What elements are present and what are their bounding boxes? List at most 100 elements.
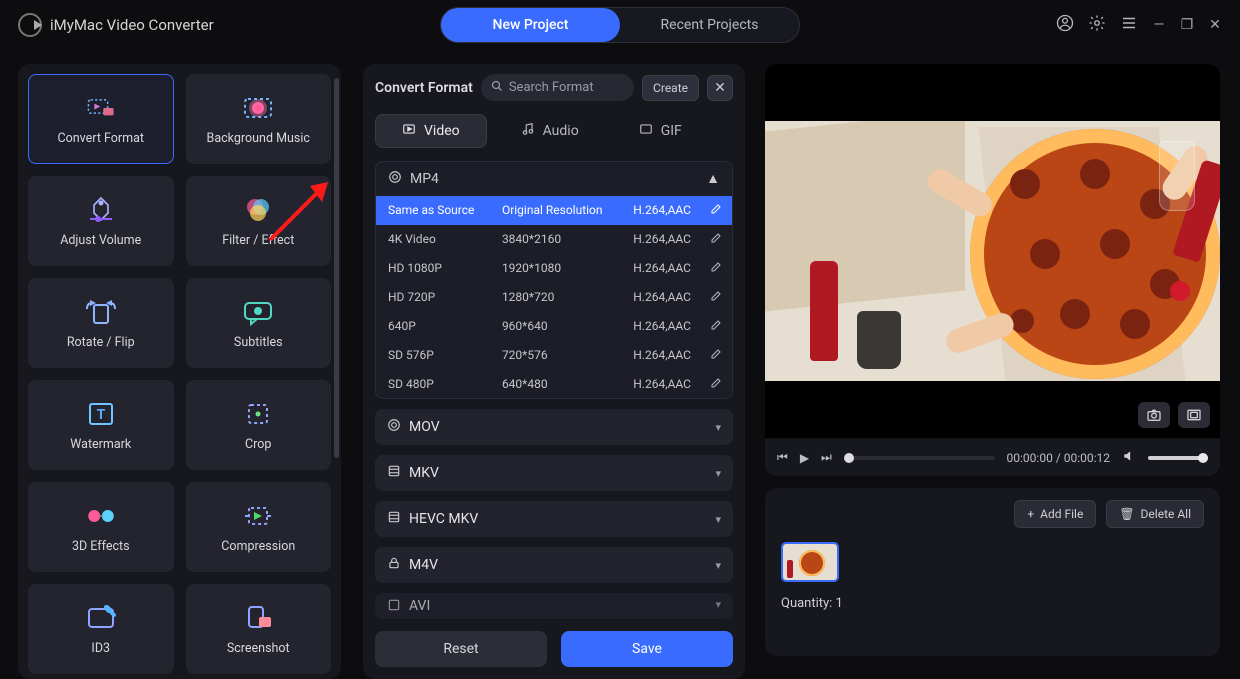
tools-scrollbar[interactable]	[334, 78, 339, 458]
preset-name: HD 1080P	[388, 261, 502, 275]
maximize-button[interactable]: ❐	[1180, 17, 1194, 33]
tool-convert-format[interactable]: Convert Format	[28, 74, 174, 164]
tool-3d-effects[interactable]: 3D Effects	[28, 482, 174, 572]
seek-slider[interactable]	[844, 456, 995, 460]
minimize-button[interactable]: —	[1152, 17, 1166, 33]
preset-row[interactable]: Same as SourceOriginal ResolutionH.264,A…	[376, 196, 732, 225]
tab-recent-projects[interactable]: Recent Projects	[620, 8, 799, 42]
trash-icon: 🗑	[1119, 507, 1134, 521]
next-button[interactable]: ⏭	[821, 450, 832, 465]
quantity-label: Quantity: 1	[781, 596, 1204, 611]
group-m4v[interactable]: M4V ▾	[375, 547, 733, 583]
preview-panel: ⏮ ▶ ⏭ 00:00:00 / 00:00:12 + Add File	[755, 50, 1240, 656]
group-mp4-header[interactable]: MP4 ▲	[376, 162, 732, 196]
reset-button[interactable]: Reset	[375, 631, 547, 667]
target-icon	[388, 170, 402, 188]
filter-icon	[241, 195, 275, 225]
preset-row[interactable]: SD 480P640*480H.264,AAC	[376, 370, 732, 399]
create-button[interactable]: Create	[642, 75, 699, 101]
delete-all-button[interactable]: 🗑 Delete All	[1106, 500, 1204, 528]
group-label: AVI	[409, 598, 430, 614]
preset-row[interactable]: 640P960*640H.264,AAC	[376, 312, 732, 341]
preset-resolution: 960*640	[502, 319, 633, 333]
preset-resolution: 640*480	[502, 377, 633, 391]
tool-id3[interactable]: ID3	[28, 584, 174, 674]
snapshot-button[interactable]	[1138, 402, 1170, 428]
chevron-down-icon: ▾	[715, 598, 721, 611]
close-window-button[interactable]: ✕	[1208, 17, 1222, 33]
tool-label: ID3	[91, 641, 110, 656]
tab-video-label: Video	[424, 123, 460, 139]
tool-label: Adjust Volume	[60, 233, 141, 248]
svg-text:T: T	[96, 407, 105, 423]
tab-gif[interactable]: GIF	[613, 114, 708, 148]
close-panel-button[interactable]: ✕	[707, 75, 733, 101]
tool-subtitles[interactable]: Subtitles	[186, 278, 332, 368]
tool-screenshot[interactable]: Screenshot	[186, 584, 332, 674]
add-file-button[interactable]: + Add File	[1014, 500, 1096, 528]
tab-video[interactable]: Video	[375, 114, 487, 148]
save-button[interactable]: Save	[561, 631, 733, 667]
edit-preset-icon[interactable]	[709, 290, 724, 305]
preset-row[interactable]: HD 1080P1920*1080H.264,AAC	[376, 254, 732, 283]
crop-icon	[241, 399, 275, 429]
volume-slider[interactable]	[1148, 456, 1208, 460]
preset-resolution: 1920*1080	[502, 261, 633, 275]
volume-icon[interactable]	[1122, 449, 1136, 466]
audio-icon	[521, 122, 535, 140]
group-hevc-mkv[interactable]: HEVC MKV ▾	[375, 501, 733, 537]
chevron-down-icon: ▾	[715, 559, 721, 572]
film-icon	[387, 464, 401, 482]
settings-icon[interactable]	[1088, 14, 1106, 37]
film-icon	[387, 510, 401, 528]
menu-icon[interactable]	[1120, 14, 1138, 37]
time-sep: /	[1053, 451, 1064, 465]
fullscreen-button[interactable]	[1178, 402, 1210, 428]
edit-preset-icon[interactable]	[709, 232, 724, 247]
video-area[interactable]	[765, 64, 1220, 438]
queue-thumbnail[interactable]	[781, 542, 839, 582]
search-input[interactable]: Search Format	[481, 74, 634, 101]
video-icon	[402, 122, 416, 140]
preset-name: 640P	[388, 319, 502, 333]
tool-crop[interactable]: Crop	[186, 380, 332, 470]
tool-adjust-volume[interactable]: Adjust Volume	[28, 176, 174, 266]
tool-label: Crop	[245, 437, 271, 452]
account-icon[interactable]	[1056, 14, 1074, 37]
tool-compression[interactable]: Compression	[186, 482, 332, 572]
chevron-down-icon: ▾	[715, 467, 721, 480]
group-mov[interactable]: MOV ▾	[375, 409, 733, 445]
transport-bar: ⏮ ▶ ⏭ 00:00:00 / 00:00:12	[765, 438, 1220, 476]
tool-label: Filter / Effect	[222, 233, 294, 248]
tool-rotate-flip[interactable]: Rotate / Flip	[28, 278, 174, 368]
tab-audio-label: Audio	[543, 123, 579, 139]
edit-preset-icon[interactable]	[709, 377, 724, 392]
volume-icon	[84, 195, 118, 225]
preset-row[interactable]: HD 720P1280*720H.264,AAC	[376, 283, 732, 312]
preset-name: SD 480P	[388, 377, 502, 391]
preset-row[interactable]: 4K Video3840*2160H.264,AAC	[376, 225, 732, 254]
tab-new-project[interactable]: New Project	[441, 8, 620, 42]
title-actions: — ❐ ✕	[1056, 14, 1222, 37]
preset-name: Same as Source	[388, 203, 502, 217]
prev-button[interactable]: ⏮	[777, 450, 788, 465]
tool-watermark[interactable]: T Watermark	[28, 380, 174, 470]
tool-label: Rotate / Flip	[67, 335, 135, 350]
group-mkv[interactable]: MKV ▾	[375, 455, 733, 491]
tab-audio[interactable]: Audio	[495, 114, 605, 148]
preset-row[interactable]: SD 576P720*576H.264,AAC	[376, 341, 732, 370]
add-file-label: Add File	[1040, 507, 1083, 521]
group-avi[interactable]: AVI ▾	[375, 593, 733, 619]
watermark-icon: T	[84, 399, 118, 429]
edit-preset-icon[interactable]	[709, 348, 724, 363]
group-mp4: MP4 ▲ Same as SourceOriginal ResolutionH…	[375, 161, 733, 399]
play-button[interactable]: ▶	[800, 451, 809, 465]
chevron-down-icon: ▾	[715, 513, 721, 526]
preset-codec: H.264,AAC	[633, 348, 708, 362]
edit-preset-icon[interactable]	[709, 261, 724, 276]
tool-background-music[interactable]: Background Music	[186, 74, 332, 164]
tab-gif-label: GIF	[661, 123, 682, 139]
tool-filter-effect[interactable]: Filter / Effect	[186, 176, 332, 266]
edit-preset-icon[interactable]	[709, 319, 724, 334]
edit-preset-icon[interactable]	[709, 203, 724, 218]
